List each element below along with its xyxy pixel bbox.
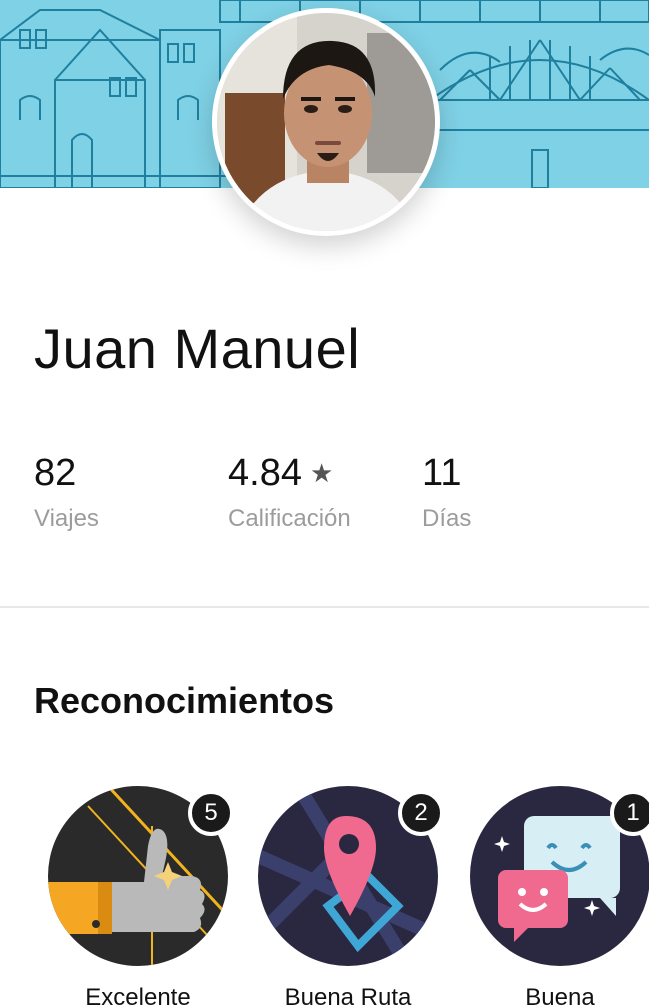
- stat-trips: 82 Viajes: [34, 452, 99, 533]
- badge-label: Buena Ruta: [284, 984, 412, 1005]
- avatar[interactable]: [212, 8, 440, 236]
- trips-value: 82: [34, 452, 77, 494]
- trips-label: Viajes: [34, 505, 99, 532]
- profile-photo-icon: [217, 13, 435, 231]
- badge-count: 1: [610, 790, 649, 836]
- recognitions-title: Reconocimientos: [34, 680, 335, 721]
- rating-value: 4.84: [228, 452, 302, 494]
- recognition-badge-good[interactable]: 1: [470, 786, 649, 966]
- days-value: 11: [422, 452, 462, 494]
- rating-value-row: 4.84 ★: [228, 452, 351, 495]
- badge-label: Excelente: [85, 984, 191, 1005]
- recognition-badge-excellent[interactable]: 5: [48, 786, 234, 966]
- days-label: Días: [422, 505, 472, 532]
- star-icon: ★: [309, 458, 334, 488]
- stat-rating: 4.84 ★ Calificación: [228, 452, 351, 533]
- section-divider: [0, 606, 649, 608]
- badge-count: 2: [398, 790, 444, 836]
- badge-label: Buena: [525, 984, 595, 1005]
- stat-days: 11 Días: [422, 452, 471, 533]
- avatar-photo: [217, 13, 435, 231]
- badge-count: 5: [188, 790, 234, 836]
- driver-name: Juan Manuel: [34, 317, 361, 380]
- rating-label: Calificación: [228, 505, 351, 532]
- recognition-badge-good-route[interactable]: 2: [258, 786, 444, 966]
